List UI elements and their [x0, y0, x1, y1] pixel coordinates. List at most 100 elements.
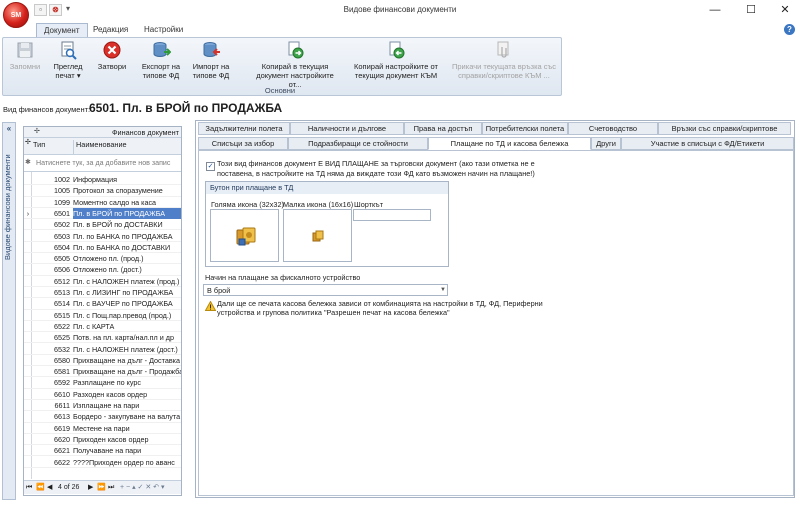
help-icon[interactable]: ?	[784, 24, 795, 35]
row-type-code: 6620	[54, 434, 70, 444]
ribbon-tab-document[interactable]: Документ	[36, 23, 88, 38]
table-row[interactable]: 6611 Изплащане на пари	[24, 400, 181, 412]
nav-first-button[interactable]: ⏮	[26, 481, 32, 494]
warning-icon	[205, 301, 216, 311]
receipt-warning-text: Дали ще се печата касова бележка зависи …	[217, 299, 543, 317]
nav-edit-tools[interactable]: + − ▴ ✓ ✕ ↶ ▾	[120, 481, 164, 494]
table-row[interactable]: 6505 Отложено пл. (прод.)	[24, 253, 181, 265]
new-record-row[interactable]: ✱ Натиснете тук, за да добавите нов запи…	[24, 155, 181, 172]
nav-prev-button[interactable]: ◀	[47, 481, 52, 494]
fiscal-method-select[interactable]: В брой	[203, 284, 448, 296]
tab-row1-1[interactable]: Наличности и дългове	[290, 122, 404, 135]
nav-next-page-button[interactable]: ⏩	[97, 481, 106, 494]
shortcut-input[interactable]	[353, 209, 431, 221]
export-icon	[153, 42, 171, 57]
table-row[interactable]: 6580 Прихващане на дълг - Доставка	[24, 355, 181, 367]
payment-button-group-title: Бутон при плащане в ТД	[206, 182, 448, 194]
row-name: Информация	[73, 175, 118, 184]
row-name: Пл. с Пощ.пар.превод (прод.)	[73, 310, 172, 320]
table-row[interactable]: 6515 Пл. с Пощ.пар.превод (прод.)	[24, 310, 181, 321]
table-row[interactable]: 6619 Местене на пари	[24, 423, 181, 434]
grid-column-header: ✢ Тип Наименование	[24, 138, 181, 155]
table-row[interactable]: 6503 Пл. по БАНКА по ПРОДАЖБА	[24, 231, 181, 242]
tab-row2-2[interactable]: Плащане по ТД и касова бележка	[428, 137, 591, 150]
row-name: Изплащане на пари	[73, 401, 140, 410]
fiscal-method-label: Начин на плащане за фискалното устройств…	[205, 273, 361, 282]
sidebar-caption[interactable]: Видове финансови документи	[3, 140, 15, 260]
table-row[interactable]: 6620 Приходен касов ордер	[24, 434, 181, 446]
row-type-code: 6514	[54, 299, 70, 309]
tab-row1-2[interactable]: Права на достъп	[404, 122, 482, 135]
copy-into-current-button[interactable]: Копирай в текущия документ настройките о…	[254, 40, 336, 89]
is-payment-checkbox[interactable]: ✓	[206, 162, 215, 171]
table-row[interactable]: 1099 Моментно салдо на каса	[24, 197, 181, 208]
tab-row1-5[interactable]: Връзки със справки/скриптове	[658, 122, 791, 135]
table-row[interactable]: › 6501 Пл. в БРОЙ по ПРОДАЖБА	[24, 207, 181, 220]
table-row[interactable]: 6581 Прихващане на дълг - Продажба	[24, 366, 181, 378]
nav-next-button[interactable]: ▶	[88, 481, 93, 494]
table-row[interactable]: 6522 Пл. с КАРТА	[24, 321, 181, 333]
table-row[interactable]: 6610 Разходен касов ордер	[24, 389, 181, 400]
tab-row2-1[interactable]: Подразбиращи се стойности	[288, 137, 428, 150]
table-row[interactable]: 1002 Информация	[24, 174, 181, 186]
copy-from-current-button[interactable]: Копирай настройките от текущия документ …	[348, 40, 444, 84]
table-row[interactable]: 6513 Пл. с ЛИЗИНГ по ПРОДАЖБА	[24, 287, 181, 299]
attach-link-label: Прикачи текущата връзка със справки/скри…	[452, 62, 556, 80]
close-window-button[interactable]: ✕	[768, 0, 800, 21]
import-types-button[interactable]: Импорт на типове ФД	[188, 40, 234, 84]
large-icon-picker[interactable]	[210, 209, 279, 262]
shortcut-label: Шорткът	[354, 200, 384, 209]
table-row[interactable]: 6525 Потв. на пл. карта/нал.пл и др	[24, 332, 181, 344]
table-row[interactable]: 6621 Получаване на пари	[24, 445, 181, 457]
tab-row2-3[interactable]: Други	[591, 137, 621, 150]
table-row[interactable]: 6532 Пл. с НАЛОЖЕН платеж (дост.)	[24, 344, 181, 355]
table-row[interactable]: 6613 Бордеро - закупуване на валута	[24, 411, 181, 423]
table-row[interactable]: 6504 Пл. по БАНКА по ДОСТАВКИ	[24, 242, 181, 254]
print-preview-button[interactable]: Преглед печат ▾	[48, 40, 88, 84]
tab-row2-0[interactable]: Списъци за избор	[198, 137, 288, 150]
row-name: Бордеро - закупуване на валута	[73, 412, 181, 422]
import-icon	[203, 42, 220, 57]
attach-icon	[497, 41, 509, 58]
ribbon-tab-edit[interactable]: Редакция	[86, 23, 135, 38]
app-menu-orb[interactable]: SM	[3, 2, 29, 28]
table-row[interactable]: 6514 Пл. с ВАУЧЕР по ПРОДАЖБА	[24, 298, 181, 310]
row-type-code: 1002	[54, 175, 70, 184]
table-row[interactable]: 6592 Разплащане по курс	[24, 377, 181, 389]
chevron-down-icon[interactable]: ▼	[438, 284, 448, 296]
tab-row1-0[interactable]: Задължителни полета	[198, 122, 290, 135]
small-icon-picker[interactable]	[283, 209, 352, 262]
table-row[interactable]: 6502 Пл. в БРОЙ по ДОСТАВКИ	[24, 219, 181, 231]
grid-group-toggle-icon[interactable]: ✢	[34, 127, 40, 135]
table-row[interactable]: 1005 Протокол за споразумение	[24, 185, 181, 197]
nav-prev-page-button[interactable]: ⏪	[36, 481, 45, 494]
collapse-sidebar-button[interactable]: «	[4, 124, 14, 134]
row-name: Пл. с НАЛОЖЕН платеж (дост.)	[73, 344, 178, 354]
minimize-button[interactable]: —	[698, 0, 732, 21]
column-header-name[interactable]: Наименование	[73, 140, 127, 155]
save-button[interactable]: Запомни	[5, 40, 45, 84]
row-type-code: 6515	[54, 310, 70, 320]
table-row[interactable]: 6512 Пл. с НАЛОЖЕН платеж (прод.)	[24, 276, 181, 287]
row-name: Разходен касов ордер	[73, 389, 148, 399]
tab-row2-4[interactable]: Участие в списъци с ФД/Етикети	[621, 137, 794, 150]
print-preview-icon	[61, 41, 77, 60]
maximize-button[interactable]: ☐	[734, 0, 768, 21]
row-type-code: 1099	[54, 197, 70, 207]
table-row[interactable]: 6622 ????Приходен ордер по аванс	[24, 457, 181, 468]
row-name: Разплащане по курс	[73, 378, 141, 388]
export-types-button[interactable]: Експорт на типове ФД	[138, 40, 184, 84]
grid-settings-icon[interactable]: ✢	[25, 138, 31, 146]
attach-link-button[interactable]: Прикачи текущата връзка със справки/скри…	[448, 40, 560, 84]
row-type-code: 6503	[54, 231, 70, 241]
nav-last-button[interactable]: ⏭	[108, 481, 114, 494]
tab-row1-3[interactable]: Потребителски полета	[482, 122, 568, 135]
ribbon-tab-settings[interactable]: Настройки	[137, 23, 190, 38]
column-header-type[interactable]: Тип	[33, 140, 45, 149]
table-row[interactable]: 6506 Отложено пл. (дост.)	[24, 264, 181, 276]
doc-type-value: 6501. Пл. в БРОЙ по ПРОДАЖБА	[89, 101, 283, 115]
tab-row1-4[interactable]: Счетоводство	[568, 122, 658, 135]
close-button[interactable]: Затвори	[92, 40, 132, 84]
row-type-code: 6613	[54, 412, 70, 422]
close-icon	[103, 41, 121, 59]
